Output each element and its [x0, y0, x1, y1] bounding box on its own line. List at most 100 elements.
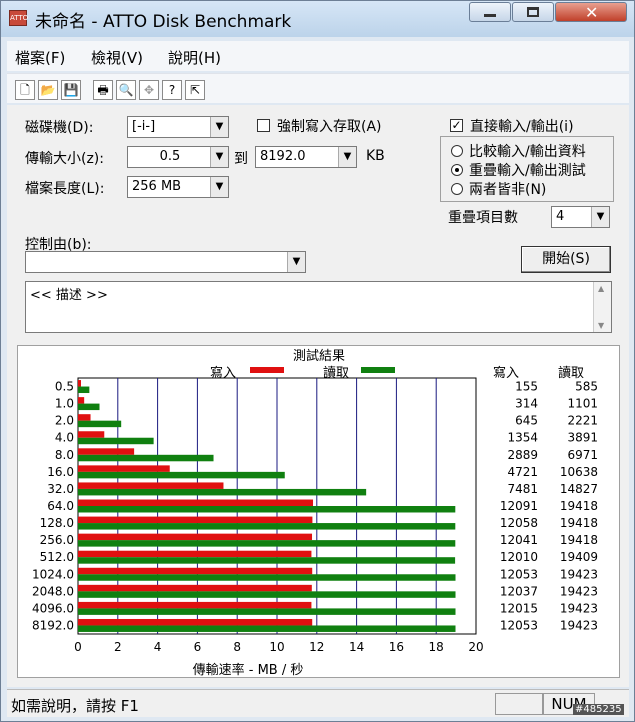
controlled-by-select[interactable]: ▼: [25, 251, 306, 273]
chevron-down-icon[interactable]: ▼: [591, 207, 609, 227]
x-tick-label: 4: [154, 640, 162, 654]
title-bar[interactable]: ATTO 未命名 - ATTO Disk Benchmark ✕: [1, 1, 634, 37]
read-value-label: 19418: [560, 499, 598, 513]
description-textbox[interactable]: << 描述 >> ▲ ▼: [25, 281, 612, 333]
menu-view[interactable]: 檢視(V): [91, 47, 143, 68]
write-value-label: 12053: [500, 567, 538, 581]
y-tick-label: 8.0: [55, 448, 74, 462]
description-scrollbar[interactable]: ▲ ▼: [593, 282, 611, 332]
read-value-label: 6971: [567, 448, 598, 462]
write-bar: [78, 431, 105, 438]
transfer-to-value: 8192.0: [260, 149, 306, 164]
read-value-label: 14827: [560, 482, 598, 496]
read-bar: [78, 540, 456, 547]
write-bar: [78, 567, 313, 575]
write-value-label: 12015: [500, 601, 538, 615]
x-tick-label: 20: [468, 640, 483, 654]
x-tick-label: 14: [349, 640, 364, 654]
read-bar: [78, 574, 456, 581]
start-button[interactable]: 開始(S): [521, 246, 611, 273]
legend-read-swatch: [361, 367, 395, 373]
print-preview-icon[interactable]: 🔍: [116, 80, 136, 100]
drive-value: [-i-]: [132, 119, 156, 134]
results-chart: 測試結果 寫入 讀取 寫入 讀取 0 2 4 6 8 10 12 14 16 18 200.5 155…: [32, 348, 598, 678]
y-tick-label: 32.0: [47, 482, 74, 496]
write-value-label: 12041: [500, 533, 538, 547]
plot-area: 0 2 4 6 8 10 12 14 16 18 20 0.5 155 585 1.0 314 1101 2.0 6…: [32, 377, 598, 654]
y-tick-label: 4096.0: [32, 601, 74, 615]
read-bar: [78, 523, 456, 530]
write-bar: [78, 465, 170, 472]
read-value-label: 3891: [567, 431, 598, 445]
save-icon[interactable]: 💾: [61, 80, 81, 100]
write-value-label: 12053: [500, 618, 538, 632]
open-folder-icon[interactable]: 📂: [38, 80, 58, 100]
move-icon[interactable]: ✥: [139, 80, 159, 100]
chevron-down-icon[interactable]: ▼: [210, 177, 228, 197]
read-value-label: 19418: [560, 516, 598, 530]
transfer-size-label: 傳輸大小(z):: [25, 151, 104, 167]
write-value-label: 2889: [507, 448, 538, 462]
write-bar: [78, 397, 85, 404]
help-icon[interactable]: ?: [162, 80, 182, 100]
context-help-icon[interactable]: ⇱: [185, 80, 205, 100]
file-length-label: 檔案長度(L):: [25, 181, 105, 197]
force-write-checkbox[interactable]: [257, 119, 270, 132]
toolbar: 🗋 📂 💾 🖶 🔍 ✥ ? ⇱: [7, 73, 629, 103]
close-button[interactable]: ✕: [555, 2, 627, 22]
read-value-label: 19409: [560, 550, 598, 564]
read-bar: [78, 506, 456, 513]
menu-help[interactable]: 說明(H): [168, 47, 221, 68]
read-bar: [78, 454, 214, 462]
file-length-select[interactable]: 256 MB ▼: [127, 176, 229, 198]
chevron-down-icon[interactable]: ▼: [210, 147, 228, 167]
results-panel: 測試結果 寫入 讀取 寫入 讀取 0 2 4 6 8 10 12 14 16 18 20 0.5 155…: [17, 345, 620, 678]
x-axis-label: 傳輸速率 - MB / 秒: [193, 662, 304, 678]
write-bar: [78, 533, 313, 541]
chevron-down-icon[interactable]: ▼: [338, 147, 356, 167]
read-bar: [78, 437, 154, 445]
app-icon[interactable]: ATTO: [9, 10, 28, 26]
radio-neither[interactable]: [451, 183, 463, 195]
kb-label: KB: [366, 148, 385, 164]
maximize-button[interactable]: [512, 2, 554, 22]
scroll-down-icon[interactable]: ▼: [598, 321, 604, 330]
chart-title: 測試結果: [293, 348, 345, 364]
read-bar: [78, 591, 456, 598]
chevron-down-icon[interactable]: ▼: [210, 117, 228, 137]
write-value-label: 12058: [500, 516, 538, 530]
y-tick-label: 512.0: [40, 550, 74, 564]
read-bar: [78, 488, 367, 496]
write-bar: [78, 499, 314, 506]
read-bar: [78, 403, 100, 411]
x-tick-label: 18: [429, 640, 444, 654]
queue-depth-select[interactable]: 4 ▼: [551, 206, 610, 228]
direct-io-checkbox[interactable]: ✓: [450, 119, 463, 132]
minimize-button[interactable]: [469, 2, 511, 22]
radio-compare[interactable]: [451, 145, 463, 157]
transfer-to-select[interactable]: 8192.0 ▼: [255, 146, 357, 168]
close-icon: ✕: [585, 3, 599, 22]
transfer-from-value: 0.5: [159, 149, 181, 164]
chevron-down-icon[interactable]: ▼: [287, 252, 305, 272]
menu-file[interactable]: 檔案(F): [15, 47, 65, 68]
read-value-label: 19423: [560, 584, 598, 598]
read-bar: [78, 420, 122, 428]
scroll-up-icon[interactable]: ▲: [598, 284, 604, 293]
y-tick-label: 2048.0: [32, 584, 74, 598]
radio-overlap[interactable]: [451, 164, 463, 176]
write-value-label: 1354: [507, 431, 538, 445]
status-bar: 如需說明，請按 F1 NUM #485235: [7, 689, 629, 717]
write-value-label: 155: [515, 380, 538, 394]
new-file-icon[interactable]: 🗋: [15, 80, 35, 100]
print-icon[interactable]: 🖶: [93, 80, 113, 100]
write-bar: [78, 380, 81, 387]
x-tick-label: 16: [389, 640, 404, 654]
write-value-label: 12037: [500, 584, 538, 598]
write-bar: [78, 516, 313, 524]
file-length-value: 256 MB: [132, 179, 182, 194]
transfer-from-select[interactable]: 0.5 ▼: [127, 146, 229, 168]
x-tick-label: 12: [309, 640, 324, 654]
force-write-label: 強制寫入存取(A): [277, 119, 382, 135]
drive-select[interactable]: [-i-] ▼: [127, 116, 229, 138]
